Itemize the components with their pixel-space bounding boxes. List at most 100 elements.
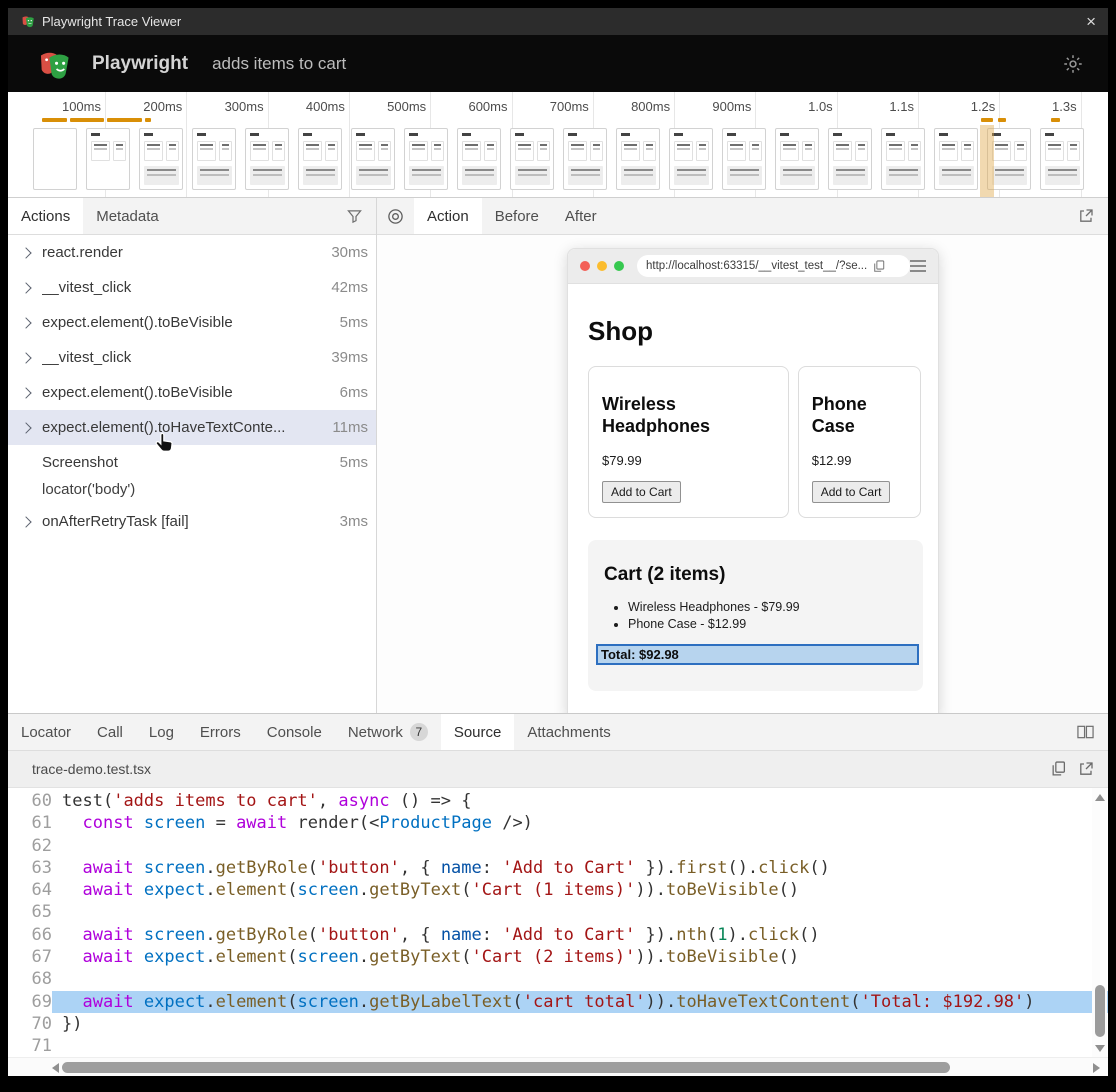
open-snapshot-external-icon[interactable] [1064,198,1108,234]
scroll-up-arrow-icon[interactable] [1095,794,1105,801]
split-view-icon[interactable] [1063,714,1108,750]
thumb-card [166,141,179,161]
timeline-frame-thumbnail[interactable] [722,128,766,190]
tab-before[interactable]: Before [482,198,552,234]
expand-chevron-icon[interactable] [22,319,42,327]
timeline-frame-thumbnail[interactable] [669,128,713,190]
timeline-frame-thumbnail[interactable] [775,128,819,190]
timeline-filmstrip[interactable] [33,128,1084,190]
timeline-frame-thumbnail[interactable] [86,128,130,190]
thumb-card [144,141,163,161]
actions-list: react.render30ms__vitest_click42msexpect… [8,235,376,713]
timeline-frame-thumbnail[interactable] [934,128,978,190]
tab-after[interactable]: After [552,198,610,234]
tab-errors[interactable]: Errors [187,714,254,750]
timeline-frame-thumbnail[interactable] [1040,128,1084,190]
code-text: const screen = await render(<ProductPage… [52,812,1108,834]
thumb-cart [197,166,232,185]
close-icon[interactable]: × [1086,13,1096,30]
thumb-cart [515,166,550,185]
scroll-down-arrow-icon[interactable] [1095,1045,1105,1052]
actions-tabbar: ActionsMetadata [8,198,376,235]
vertical-scroll-thumb[interactable] [1095,985,1105,1037]
thumb-card [621,141,640,161]
action-row[interactable]: expect.element().toBeVisible5ms [8,305,376,340]
timeline-frame-thumbnail[interactable] [457,128,501,190]
thumb-heading [409,133,418,136]
expand-chevron-icon[interactable] [22,424,42,432]
expand-chevron-icon[interactable] [22,389,42,397]
thumb-heading [886,133,895,136]
tab-attachments[interactable]: Attachments [514,714,623,750]
expand-chevron-icon[interactable] [22,518,42,526]
thumb-heading [515,133,524,136]
address-bar[interactable]: http://localhost:63315/__vitest_test__/?… [637,255,910,277]
copy-url-icon[interactable] [873,260,885,273]
tab-label: Call [97,724,123,741]
tab-metadata[interactable]: Metadata [83,198,172,234]
expand-chevron-icon[interactable] [22,249,42,257]
action-row[interactable]: expect.element().toBeVisible6ms [8,375,376,410]
timeline-frame-thumbnail[interactable] [245,128,289,190]
thumb-cart [462,166,497,185]
line-number: 66 [8,924,52,946]
thumb-card [1067,141,1080,161]
tab-console[interactable]: Console [254,714,335,750]
snapshot-page: Shop Wireless Headphones$79.99Add to Car… [568,284,938,691]
timeline-frame-thumbnail[interactable] [828,128,872,190]
timeline-frame-thumbnail[interactable] [510,128,554,190]
add-to-cart-button[interactable]: Add to Cart [812,481,891,503]
timeline-frame-thumbnail[interactable] [192,128,236,190]
timeline-frame-thumbnail[interactable] [351,128,395,190]
timeline-frame-thumbnail[interactable] [563,128,607,190]
code-text [52,835,1108,857]
pick-locator-target-icon[interactable] [377,198,414,234]
thumb-card [939,141,958,161]
filter-icon[interactable] [333,198,376,234]
action-duration: 30ms [331,244,368,261]
expand-chevron-icon[interactable] [22,354,42,362]
app-name: Playwright [92,53,188,75]
browser-menu-icon[interactable] [910,260,926,272]
expand-chevron-icon[interactable] [22,284,42,292]
timeline[interactable]: 100ms200ms300ms400ms500ms600ms700ms800ms… [8,92,1108,198]
source-code-line: 64 await expect.element(screen.getByText… [8,879,1108,901]
source-code-line: 70}) [8,1013,1108,1035]
tab-action[interactable]: Action [414,198,482,234]
action-row[interactable]: expect.element().toHaveTextConte...11ms [8,410,376,445]
scroll-right-arrow-icon[interactable] [1093,1063,1100,1073]
thumb-heading [91,133,100,136]
action-row[interactable]: onAfterRetryTask [fail]3ms [8,504,376,539]
thumb-card [908,141,921,161]
tab-log[interactable]: Log [136,714,187,750]
source-vertical-scrollbar[interactable] [1092,788,1107,1057]
source-code-line: 67 await expect.element(screen.getByText… [8,946,1108,968]
copy-source-icon[interactable] [1051,761,1066,777]
source-horizontal-scrollbar[interactable] [8,1057,1108,1076]
scroll-left-arrow-icon[interactable] [52,1063,59,1073]
timeline-tick-label: 1.3s [1007,99,1077,114]
action-row[interactable]: __vitest_click39ms [8,340,376,375]
timeline-frame-thumbnail[interactable] [298,128,342,190]
tab-call[interactable]: Call [84,714,136,750]
timeline-frame-thumbnail[interactable] [881,128,925,190]
thumb-cart [992,166,1027,185]
timeline-frame-thumbnail[interactable] [139,128,183,190]
timeline-frame-thumbnail[interactable] [616,128,660,190]
open-source-external-icon[interactable] [1078,761,1094,777]
tab-locator[interactable]: Locator [8,714,84,750]
action-row[interactable]: __vitest_click42ms [8,270,376,305]
source-file-name: trace-demo.test.tsx [32,761,151,777]
horizontal-scroll-thumb[interactable] [62,1062,950,1073]
timeline-frame-thumbnail[interactable] [404,128,448,190]
timeline-frame-thumbnail[interactable] [33,128,77,190]
source-code-line: 66 await screen.getByRole('button', { na… [8,924,1108,946]
action-row[interactable]: Screenshot5ms [8,445,376,480]
tab-network[interactable]: Network7 [335,714,441,750]
tab-source[interactable]: Source [441,714,515,750]
gear-icon[interactable] [1062,53,1084,75]
cart-item: Phone Case - $12.99 [628,617,923,631]
add-to-cart-button[interactable]: Add to Cart [602,481,681,503]
action-row[interactable]: react.render30ms [8,235,376,270]
tab-actions[interactable]: Actions [8,198,83,234]
